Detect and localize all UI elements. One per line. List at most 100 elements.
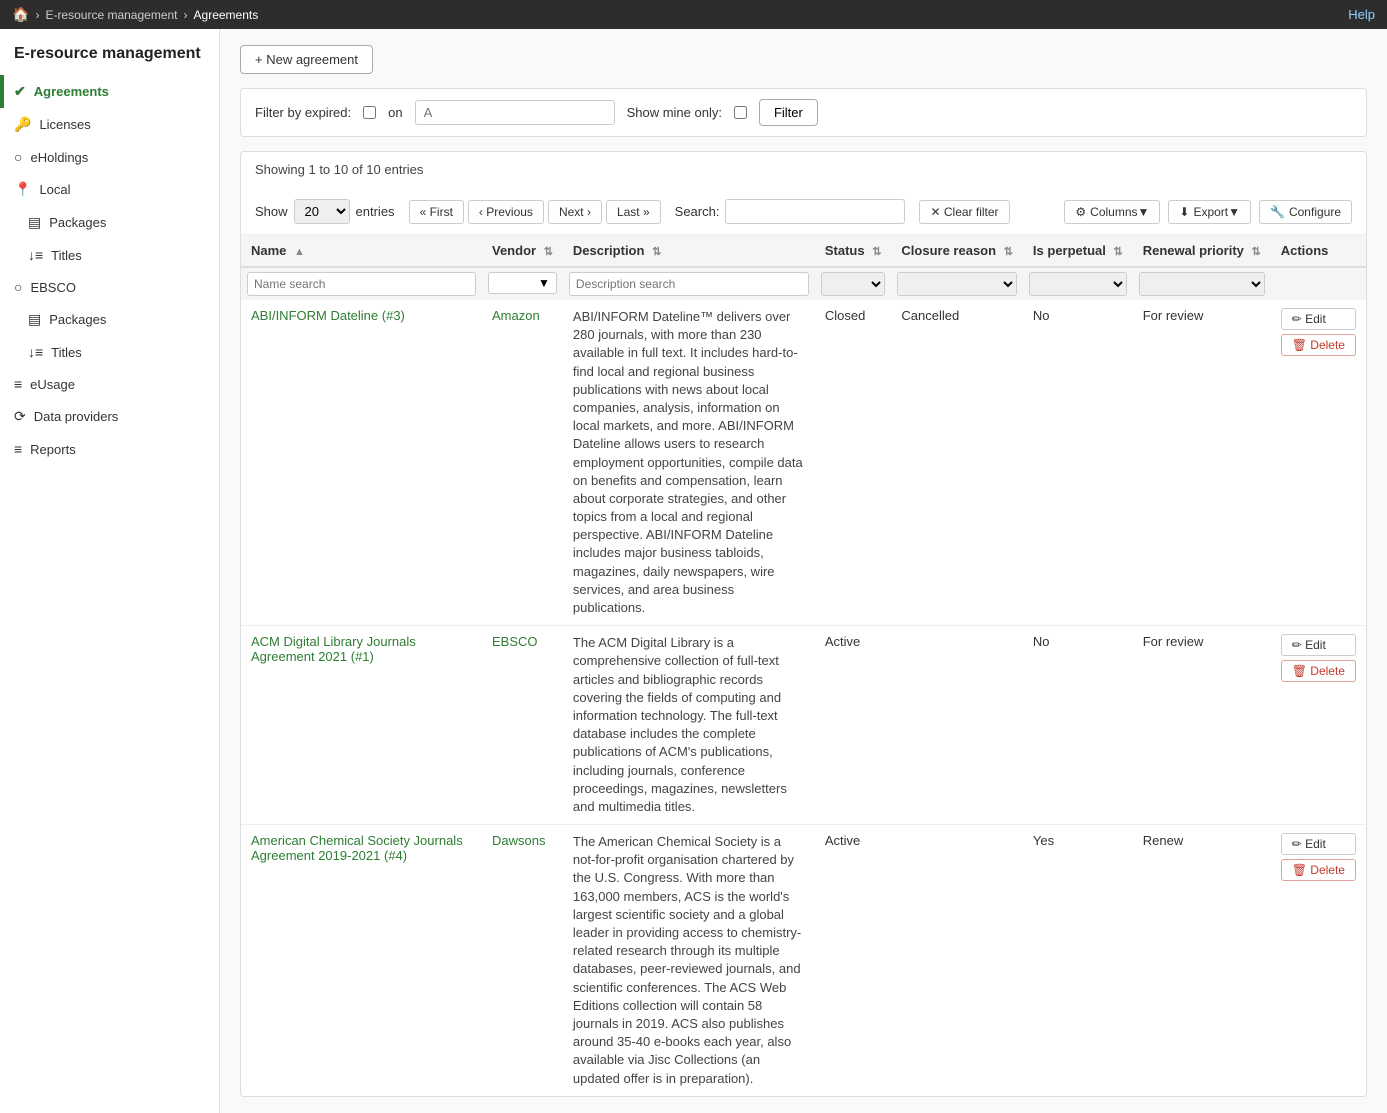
first-button[interactable]: « First <box>409 200 464 224</box>
sidebar-item-data-providers[interactable]: ⟳ Data providers <box>0 400 219 433</box>
edit-button-1[interactable]: ✏ Edit <box>1281 634 1356 656</box>
edit-button-0[interactable]: ✏ Edit <box>1281 308 1356 330</box>
renewal-value-2: Renew <box>1143 833 1183 848</box>
table-filter-row: ▼ <box>241 267 1366 300</box>
name-link-2[interactable]: American Chemical Society Journals Agree… <box>251 833 463 863</box>
sidebar-item-eholdings[interactable]: ○ eHoldings <box>0 141 219 173</box>
sidebar-item-local-titles[interactable]: ↓≡ Titles <box>0 239 219 271</box>
renewal-filter-select[interactable] <box>1139 272 1265 296</box>
sidebar-item-ebsco-packages[interactable]: ▤ Packages <box>0 303 219 336</box>
delete-button-2[interactable]: 🗑 Delete <box>1281 859 1356 881</box>
breadcrumb: 🏠 › E-resource management › Agreements <box>12 6 258 23</box>
sidebar-label-ebsco-titles: Titles <box>51 345 82 360</box>
showing-info: Showing 1 to 10 of 10 entries <box>241 152 1366 181</box>
vendor-link-2[interactable]: Dawsons <box>492 833 545 848</box>
clear-filter-button[interactable]: ✕ Clear filter <box>919 200 1009 224</box>
perpetual-value-0: No <box>1033 308 1050 323</box>
sidebar-item-ebsco-titles[interactable]: ↓≡ Titles <box>0 336 219 368</box>
data-providers-icon: ⟳ <box>14 408 26 425</box>
filter-renewal-cell <box>1133 267 1271 300</box>
topbar-right: Help <box>1348 7 1375 22</box>
ebsco-packages-icon: ▤ <box>28 311 41 328</box>
sidebar-item-local-packages[interactable]: ▤ Packages <box>0 206 219 239</box>
home-icon[interactable]: 🏠 <box>12 6 29 23</box>
cell-closure-0: Cancelled <box>891 300 1023 626</box>
name-link-0[interactable]: ABI/INFORM Dateline (#3) <box>251 308 405 323</box>
description-filter-input[interactable] <box>569 272 809 296</box>
sidebar-label-local-titles: Titles <box>51 248 82 263</box>
cell-vendor-2: Dawsons <box>482 825 563 1096</box>
status-value-0: Closed <box>825 308 865 323</box>
filter-date-input[interactable] <box>415 100 615 125</box>
col-actions: Actions <box>1271 235 1366 267</box>
perpetual-filter-select[interactable] <box>1029 272 1127 296</box>
new-agreement-button[interactable]: + New agreement <box>240 45 373 74</box>
status-sort-icon: ⇅ <box>872 246 881 258</box>
filter-vendor-cell: ▼ <box>482 267 563 300</box>
show-mine-only-checkbox[interactable] <box>734 106 747 119</box>
configure-button[interactable]: 🔧 Configure <box>1259 200 1352 224</box>
next-button[interactable]: Next › <box>548 200 602 224</box>
delete-button-0[interactable]: 🗑 Delete <box>1281 334 1356 356</box>
name-link-1[interactable]: ACM Digital Library Journals Agreement 2… <box>251 634 416 664</box>
cell-vendor-0: Amazon <box>482 300 563 626</box>
filter-name-cell <box>241 267 482 300</box>
entries-select[interactable]: 10 20 50 100 <box>294 199 350 224</box>
previous-button[interactable]: ‹ Previous <box>468 200 544 224</box>
last-button[interactable]: Last » <box>606 200 661 224</box>
table-header-row: Name ▲ Vendor ⇅ Description ⇅ Status <box>241 235 1366 267</box>
sidebar-label-ebsco: EBSCO <box>30 280 76 295</box>
col-renewal-priority[interactable]: Renewal priority ⇅ <box>1133 235 1271 267</box>
filter-on-label: on <box>388 105 402 120</box>
entries-label: entries <box>356 204 395 219</box>
sidebar-item-reports[interactable]: ≡ Reports <box>0 433 219 465</box>
showing-text: Showing 1 to 10 of 10 entries <box>255 162 1352 181</box>
action-buttons-2: ✏ Edit 🗑 Delete <box>1281 833 1356 881</box>
vendor-link-1[interactable]: EBSCO <box>492 634 538 649</box>
sidebar-item-local[interactable]: 📍 Local <box>0 173 219 206</box>
filter-expired-label: Filter by expired: <box>255 105 351 120</box>
breadcrumb-parent[interactable]: E-resource management <box>45 8 177 22</box>
cell-closure-1 <box>891 626 1023 825</box>
local-titles-icon: ↓≡ <box>28 247 43 263</box>
pager: « First ‹ Previous Next › Last » <box>409 200 661 224</box>
status-filter-select[interactable] <box>821 272 886 296</box>
col-is-perpetual[interactable]: Is perpetual ⇅ <box>1023 235 1133 267</box>
cell-name-1: ACM Digital Library Journals Agreement 2… <box>241 626 482 825</box>
cell-name-2: American Chemical Society Journals Agree… <box>241 825 482 1096</box>
closure-value-0: Cancelled <box>901 308 959 323</box>
export-button[interactable]: ⬇ Export▼ <box>1168 200 1251 224</box>
help-link[interactable]: Help <box>1348 7 1375 22</box>
name-filter-input[interactable] <box>247 272 476 296</box>
filter-expired-checkbox[interactable] <box>363 106 376 119</box>
sidebar-item-agreements[interactable]: ✔ Agreements <box>0 75 219 108</box>
search-input[interactable] <box>725 199 905 224</box>
columns-icon: ⚙ <box>1075 205 1086 219</box>
sidebar-label-eholdings: eHoldings <box>30 150 88 165</box>
col-name[interactable]: Name ▲ <box>241 235 482 267</box>
filter-description-cell <box>563 267 815 300</box>
col-description[interactable]: Description ⇅ <box>563 235 815 267</box>
col-status[interactable]: Status ⇅ <box>815 235 892 267</box>
closure-filter-select[interactable] <box>897 272 1017 296</box>
vendor-link-0[interactable]: Amazon <box>492 308 540 323</box>
sidebar-label-ebsco-packages: Packages <box>49 312 106 327</box>
sidebar-label-local: Local <box>39 182 70 197</box>
filter-button[interactable]: Filter <box>759 99 818 126</box>
sidebar-item-licenses[interactable]: 🔑 Licenses <box>0 108 219 141</box>
columns-button[interactable]: ⚙ Columns▼ <box>1064 200 1160 224</box>
col-vendor[interactable]: Vendor ⇅ <box>482 235 563 267</box>
sidebar-item-eusage[interactable]: ≡ eUsage <box>0 368 219 400</box>
filter-closure-cell <box>891 267 1023 300</box>
sidebar-item-ebsco[interactable]: ○ EBSCO <box>0 271 219 303</box>
show-mine-only-label: Show mine only: <box>627 105 722 120</box>
new-agreement-label: + New agreement <box>255 52 358 67</box>
col-closure-reason[interactable]: Closure reason ⇅ <box>891 235 1023 267</box>
edit-button-2[interactable]: ✏ Edit <box>1281 833 1356 855</box>
sidebar: E-resource management ✔ Agreements 🔑 Lic… <box>0 29 220 1113</box>
eusage-icon: ≡ <box>14 376 22 392</box>
cell-perpetual-0: No <box>1023 300 1133 626</box>
vendor-filter-dropdown[interactable]: ▼ <box>488 272 557 294</box>
cell-closure-2 <box>891 825 1023 1096</box>
delete-button-1[interactable]: 🗑 Delete <box>1281 660 1356 682</box>
